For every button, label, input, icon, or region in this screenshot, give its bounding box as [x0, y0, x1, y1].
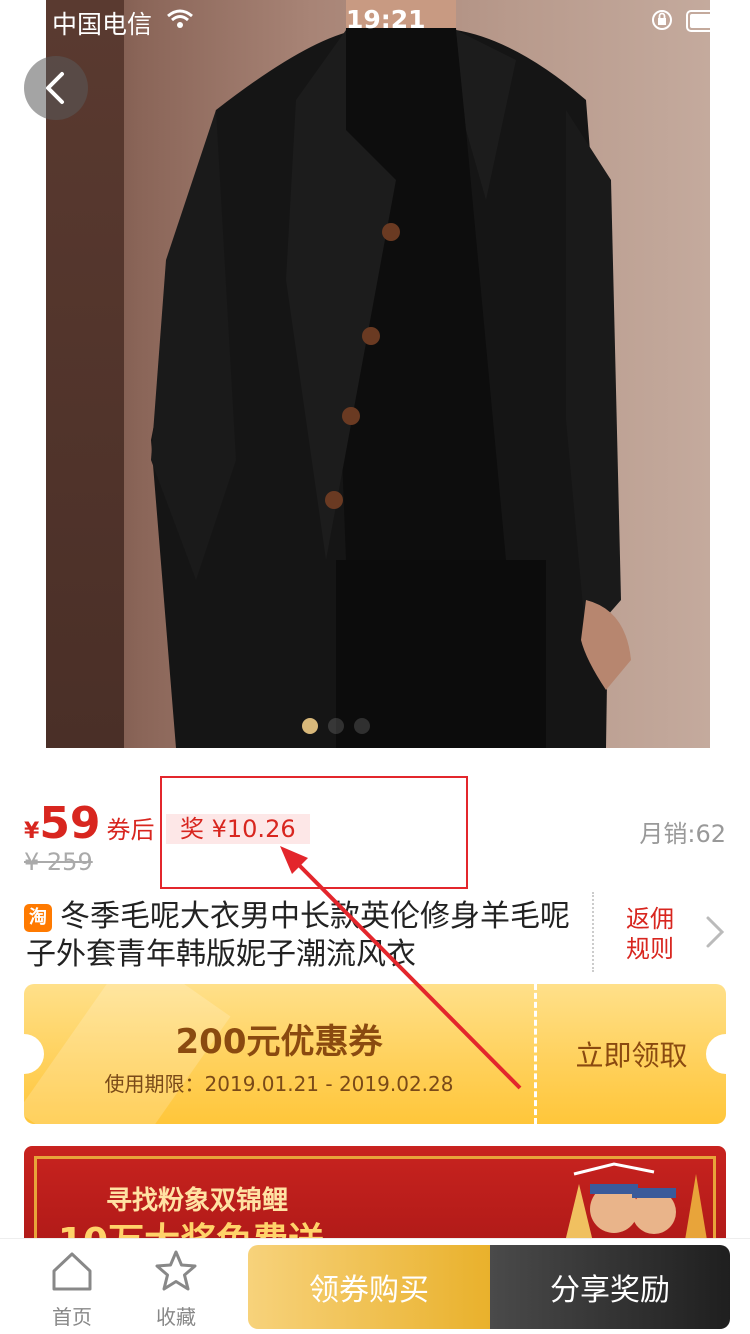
- coupon-amount: 200元优惠券: [175, 1022, 383, 1062]
- signal-icon: [10, 11, 39, 26]
- price-section: ¥59 券后 ¥ 259 奖 ¥10.26 月销:62: [0, 760, 750, 889]
- star-icon: [155, 1250, 197, 1291]
- coupon-card[interactable]: 200元优惠券 使用期限：2019.01.21 - 2019.02.28 立即领…: [24, 984, 726, 1124]
- product-gallery[interactable]: 中国电信 19:21: [0, 0, 750, 748]
- price-suffix: 券后: [106, 816, 155, 844]
- original-price: ¥ 259: [24, 848, 93, 876]
- rotation-lock-icon: [652, 10, 672, 30]
- tab-favorite[interactable]: 收藏: [136, 1249, 216, 1330]
- product-title-section: 淘 冬季毛呢大衣男中长款英伦修身羊毛呢子外套青年韩版妮子潮流风衣 返佣规则: [0, 892, 750, 976]
- banner-illustration: [564, 1162, 708, 1246]
- pagination-dot-active[interactable]: [302, 718, 318, 734]
- tab-favorite-label: 收藏: [156, 1305, 196, 1329]
- product-title: 冬季毛呢大衣男中长款英伦修身羊毛呢子外套青年韩版妮子潮流风衣: [26, 899, 570, 972]
- promo-banner[interactable]: 寻找粉象双锦鲤 10万大奖免费送: [24, 1146, 726, 1246]
- currency-symbol: ¥: [24, 819, 40, 844]
- carrier-name: 中国电信: [52, 10, 153, 39]
- bottom-action-bar: 首页 收藏 领券购买 分享奖励: [0, 1238, 750, 1334]
- wifi-icon: [167, 9, 193, 28]
- price-value: 59: [39, 798, 101, 849]
- chevron-right-icon[interactable]: [704, 914, 726, 950]
- status-bar: 中国电信 19:21: [0, 0, 750, 40]
- pagination-dot[interactable]: [328, 718, 344, 734]
- share-reward-button[interactable]: 分享奖励: [490, 1245, 730, 1329]
- product-image: [46, 0, 710, 748]
- back-button[interactable]: [24, 56, 88, 120]
- divider: [592, 892, 594, 972]
- pagination-dot[interactable]: [354, 718, 370, 734]
- chevron-left-icon: [46, 72, 64, 104]
- home-icon: [52, 1252, 92, 1291]
- coupon-validity: 使用期限：2019.01.21 - 2019.02.28: [104, 1072, 454, 1096]
- tab-home[interactable]: 首页: [32, 1249, 112, 1330]
- get-coupon-buy-button[interactable]: 领券购买: [248, 1245, 490, 1329]
- annotation-highlight-box: [160, 776, 468, 889]
- status-time: 19:21: [346, 5, 426, 34]
- coupon-price: ¥59 券后: [24, 798, 155, 849]
- tab-home-label: 首页: [52, 1305, 92, 1329]
- coat-model-illustration: [151, 0, 631, 748]
- gallery-pagination: [302, 718, 370, 734]
- battery-icon: [686, 10, 740, 32]
- rebate-rules-link[interactable]: 返佣规则: [626, 904, 686, 964]
- monthly-sales: 月销:62: [639, 820, 726, 848]
- claim-coupon-button[interactable]: 立即领取: [537, 984, 726, 1124]
